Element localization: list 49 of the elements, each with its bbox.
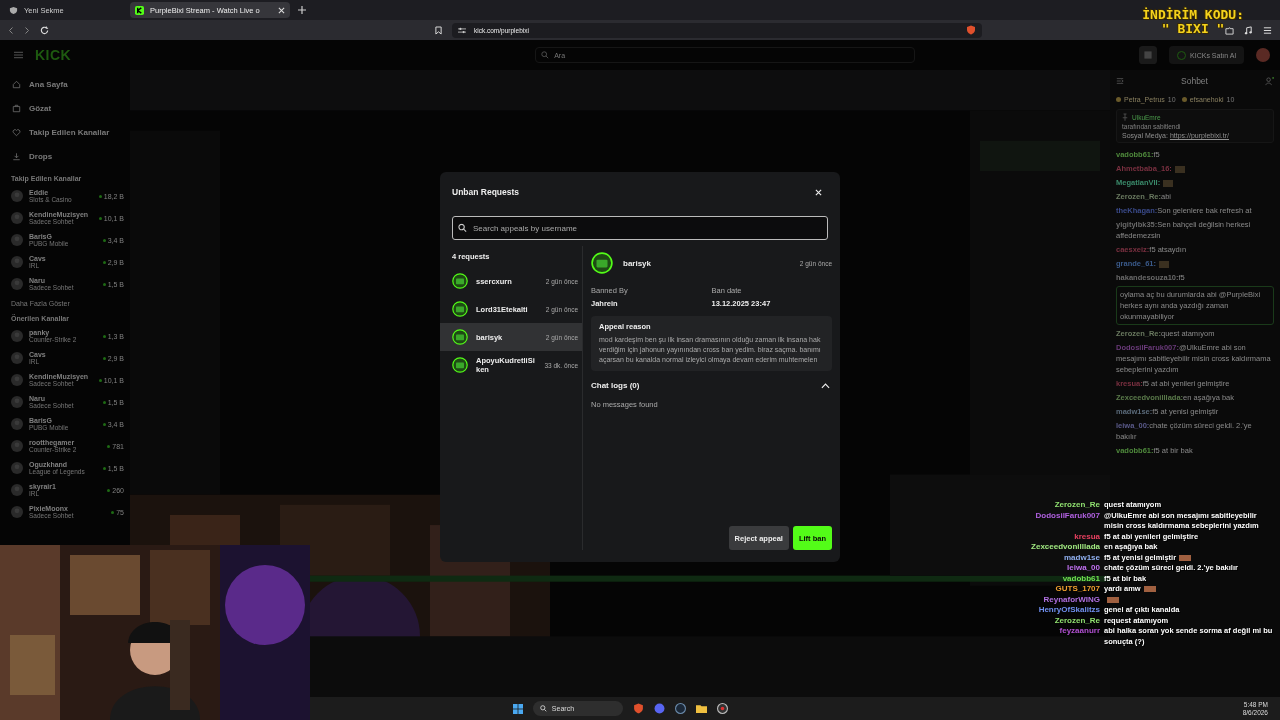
bookmark-icon[interactable]: [435, 25, 442, 35]
avatar-icon[interactable]: [11, 462, 23, 474]
avatar-icon[interactable]: [11, 212, 23, 224]
avatar-icon[interactable]: [11, 256, 23, 268]
promo-text: İNDİRİM KODU:: [1142, 8, 1244, 22]
collapse-icon[interactable]: [1116, 77, 1124, 85]
chat-title: Sohbet: [1181, 76, 1208, 86]
shield-icon: [9, 5, 18, 15]
emote-icon: [1163, 179, 1174, 187]
promo-text: " BIXI ": [1161, 22, 1225, 36]
nav-item[interactable]: Ana Sayfa: [0, 72, 130, 96]
emote-icon: [1174, 165, 1185, 173]
avatar-icon[interactable]: [11, 440, 23, 452]
avatar-icon[interactable]: [11, 278, 23, 290]
site-settings-icon: [458, 26, 466, 34]
download-icon: [12, 151, 21, 161]
avatar-icon[interactable]: [11, 330, 23, 342]
emote-icon: [1107, 596, 1119, 603]
music-note-icon[interactable]: [1244, 25, 1253, 35]
avatar-icon[interactable]: [11, 418, 23, 430]
avatar-icon[interactable]: [11, 484, 23, 496]
emote-icon: [1143, 586, 1156, 592]
close-icon[interactable]: [278, 6, 285, 14]
folder-icon[interactable]: [695, 703, 707, 714]
avatar-icon[interactable]: [11, 396, 23, 408]
forward-icon[interactable]: [24, 25, 30, 35]
home-icon: [12, 79, 21, 89]
back-icon[interactable]: [8, 25, 14, 35]
emote-icon: [1179, 554, 1192, 561]
avatar-icon[interactable]: [11, 352, 23, 364]
avatar-icon[interactable]: [1256, 48, 1270, 62]
avatar-icon[interactable]: [11, 374, 23, 386]
new-tab-icon[interactable]: [298, 6, 306, 14]
windows-start-icon[interactable]: [512, 703, 523, 714]
avatar-icon[interactable]: [11, 190, 23, 202]
emote-icon: [1159, 260, 1170, 268]
avatar-icon[interactable]: [11, 234, 23, 246]
box-icon: [12, 103, 21, 113]
reload-icon[interactable]: [40, 25, 49, 35]
kick-favicon-icon: [135, 5, 144, 15]
avatar-icon[interactable]: [11, 506, 23, 518]
nav-item[interactable]: Takip Edilen Kanallar: [0, 120, 130, 144]
heart-icon: [12, 127, 21, 137]
pin-icon: [1122, 113, 1128, 121]
search-icon: [541, 51, 550, 59]
users-icon[interactable]: [1265, 76, 1274, 86]
nav-item[interactable]: Gözat: [0, 96, 130, 120]
nav-item[interactable]: Drops: [0, 144, 130, 168]
search-icon: [539, 705, 547, 712]
